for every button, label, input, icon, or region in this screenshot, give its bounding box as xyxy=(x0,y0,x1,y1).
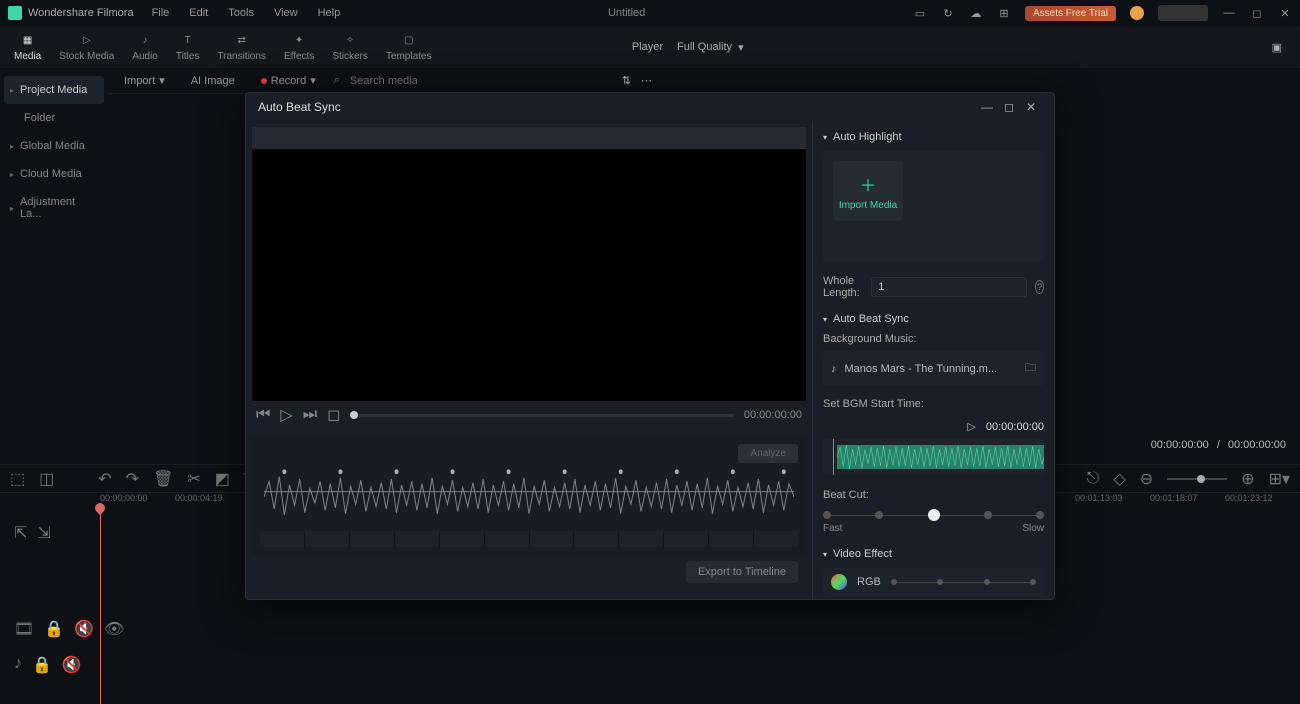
play-icon[interactable]: ▷ xyxy=(280,405,292,425)
dialog-preview xyxy=(252,149,806,401)
rgb-icon xyxy=(831,574,847,590)
auto-beat-sync-dialog: Auto Beat Sync — ◻ ✕ ⏮ ▷ ⏭ ◻ 00:00:00:00… xyxy=(245,92,1055,600)
bgm-play-icon[interactable]: ▷ xyxy=(967,420,975,433)
section-auto-highlight[interactable]: ▾Auto Highlight xyxy=(823,131,1044,143)
stop-icon[interactable]: ◻ xyxy=(327,405,340,425)
beat-slow-label: Slow xyxy=(1022,523,1044,534)
dialog-overlay: Auto Beat Sync — ◻ ✕ ⏮ ▷ ⏭ ◻ 00:00:00:00… xyxy=(0,0,1300,704)
export-to-timeline-button[interactable]: Export to Timeline xyxy=(686,561,798,583)
dialog-maximize[interactable]: ◻ xyxy=(998,100,1020,114)
bgm-start-label: Set BGM Start Time: xyxy=(823,398,1044,410)
dialog-minimize[interactable]: — xyxy=(976,100,998,114)
whole-length-input[interactable] xyxy=(871,277,1027,297)
bgm-label: Background Music: xyxy=(823,333,1044,345)
dialog-preview-strip xyxy=(252,127,806,149)
dialog-close[interactable]: ✕ xyxy=(1020,100,1042,114)
beat-fast-label: Fast xyxy=(823,523,842,534)
effect-rgb-slider[interactable] xyxy=(891,579,1036,585)
section-video-effect[interactable]: ▾Video Effect xyxy=(823,548,1044,560)
caret-down-icon: ▾ xyxy=(823,315,827,324)
section-auto-beat-sync[interactable]: ▾Auto Beat Sync xyxy=(823,313,1044,325)
next-frame-icon[interactable]: ⏭ xyxy=(303,406,317,424)
bgm-file-box: ♪ Manos Mars - The Tunning.m... 🗀 xyxy=(823,351,1044,386)
caret-down-icon: ▾ xyxy=(823,133,827,142)
effect-rgb-label: RGB xyxy=(857,576,881,588)
dialog-waveform xyxy=(260,467,798,527)
whole-length-label: Whole Length: xyxy=(823,275,863,299)
bgm-start-time: 00:00:00:00 xyxy=(986,421,1044,433)
beat-cut-slider[interactable] xyxy=(823,509,1044,521)
dialog-title: Auto Beat Sync xyxy=(258,100,976,114)
effect-rgb-row: RGB xyxy=(823,568,1044,596)
dialog-preview-time: 00:00:00:00 xyxy=(744,409,802,421)
bgm-start-marker[interactable] xyxy=(833,439,834,475)
import-media-box: ＋ Import Media xyxy=(823,151,1044,263)
help-icon[interactable]: ? xyxy=(1035,280,1044,294)
folder-icon[interactable]: 🗀 xyxy=(1025,359,1036,378)
dialog-scrubber[interactable] xyxy=(350,414,733,417)
import-media-button[interactable]: ＋ Import Media xyxy=(833,161,903,221)
plus-icon: ＋ xyxy=(860,172,876,196)
beat-segments xyxy=(260,531,798,547)
music-note-icon: ♪ xyxy=(831,363,837,375)
bgm-filename: Manos Mars - The Tunning.m... xyxy=(845,363,998,375)
beat-cut-label: Beat Cut: xyxy=(823,489,1044,501)
analyze-button[interactable]: Analyze xyxy=(738,444,798,463)
caret-down-icon: ▾ xyxy=(823,550,827,559)
prev-frame-icon[interactable]: ⏮ xyxy=(256,406,270,424)
bgm-waveform[interactable] xyxy=(823,439,1044,475)
